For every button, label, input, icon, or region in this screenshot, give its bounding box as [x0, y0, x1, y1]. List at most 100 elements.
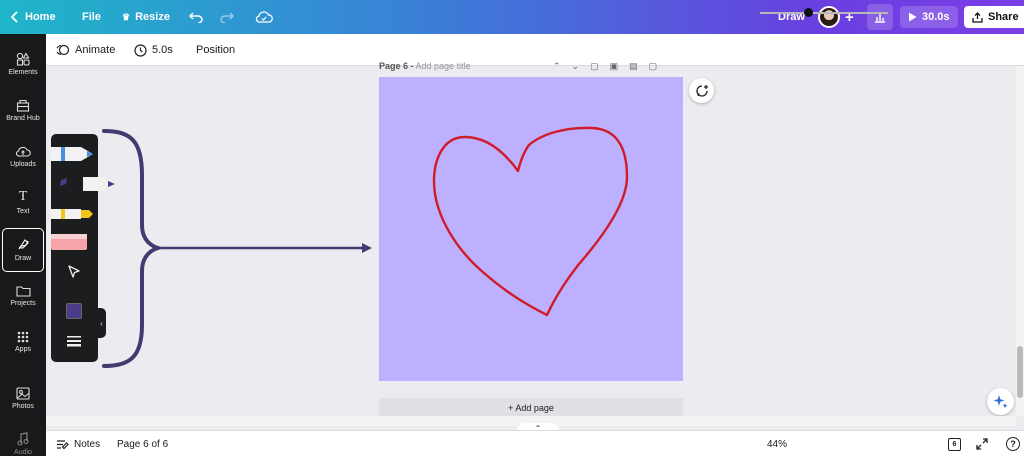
page-indicator-label: Page 6 of 6 — [117, 438, 169, 450]
page-grid-button[interactable]: 6 — [948, 431, 961, 456]
mode-indicator: Draw — [778, 0, 805, 34]
zoom-slider-thumb[interactable] — [804, 8, 813, 17]
cloud-upload-icon — [15, 146, 31, 157]
sidebar-item-draw[interactable]: Draw — [2, 228, 44, 272]
color-swatch[interactable] — [66, 303, 82, 319]
heart-drawing[interactable] — [379, 77, 683, 381]
sidebar-item-apps[interactable]: Apps — [0, 320, 46, 364]
brand-hub-icon — [16, 99, 30, 112]
music-note-icon — [17, 432, 29, 446]
help-button[interactable]: ? — [1006, 431, 1020, 456]
pointer-arrowhead — [362, 243, 372, 253]
draw-icon — [18, 239, 29, 250]
sidebar-item-label: Text — [16, 208, 30, 215]
undo-button[interactable] — [189, 0, 203, 34]
sparkle-icon — [993, 395, 1008, 409]
page-indicator: Page 6 of 6 — [117, 431, 168, 456]
fullscreen-button[interactable] — [976, 431, 988, 456]
sidebar-item-label: Projects — [10, 300, 36, 307]
resize-button[interactable]: ♛ Resize — [122, 0, 170, 34]
page-title-input[interactable]: Add page title — [416, 61, 471, 71]
cloud-check-icon — [255, 11, 273, 23]
page-count-badge: 6 — [948, 437, 961, 451]
design-page[interactable] — [379, 77, 683, 381]
crown-icon: ♛ — [122, 11, 131, 22]
vertical-scrollbar-thumb[interactable] — [1017, 346, 1023, 398]
eraser-tool[interactable] — [51, 232, 98, 252]
sidebar-item-label: Brand Hub — [6, 115, 40, 122]
magic-assistant-button[interactable] — [987, 388, 1014, 415]
add-page-label: + Add page — [508, 403, 554, 413]
heart-stroke — [432, 126, 629, 317]
sidebar-item-label: Photos — [12, 402, 34, 410]
expand-icon — [976, 438, 988, 450]
redo-button[interactable] — [220, 0, 234, 34]
share-button[interactable]: Share — [964, 0, 1024, 34]
file-label: File — [82, 11, 101, 23]
present-button[interactable]: 30.0s — [900, 0, 958, 34]
undo-icon — [189, 12, 203, 23]
position-button[interactable]: Position — [196, 34, 235, 66]
pen-tool[interactable] — [51, 144, 98, 164]
share-button-body: Share — [964, 6, 1024, 28]
clock-icon — [134, 43, 147, 57]
animate-icon — [56, 44, 70, 56]
notes-button[interactable]: Notes — [56, 431, 100, 456]
position-label: Position — [196, 44, 236, 56]
bottom-bar: Notes Page 6 of 6 44% 6 ? — [46, 430, 1024, 456]
sidebar-item-projects[interactable]: Projects — [0, 274, 46, 318]
cloud-save-status[interactable] — [255, 0, 273, 34]
help-icon: ? — [1006, 437, 1020, 451]
zoom-slider-track[interactable] — [760, 12, 888, 14]
animate-button[interactable]: Animate — [56, 34, 115, 66]
sidebar-item-photos[interactable]: Photos — [0, 376, 46, 420]
duration-label: 30.0s — [922, 11, 950, 23]
home-label: Home — [25, 11, 56, 23]
zoom-label: 44% — [767, 438, 788, 450]
page-actions: ⌃⌄▢▣▤▢ — [553, 61, 669, 71]
bar-chart-icon — [867, 4, 893, 30]
highlighter-tool[interactable] — [51, 204, 98, 224]
sidebar-item-label: Draw — [14, 255, 32, 262]
timing-button[interactable]: 5.0s — [134, 34, 173, 66]
share-label: Share — [988, 11, 1019, 23]
present-button-body: 30.0s — [900, 6, 958, 28]
add-collaborator-button[interactable]: + — [845, 0, 854, 34]
sidebar-item-label: Elements — [8, 69, 38, 76]
add-comment-button[interactable] — [689, 78, 714, 103]
home-button[interactable]: Home — [10, 0, 56, 34]
add-page-button[interactable]: + Add page — [379, 398, 683, 418]
page-label: Page 6 - — [379, 61, 414, 71]
avatar — [818, 6, 840, 28]
user-avatar[interactable] — [818, 0, 840, 34]
comment-plus-icon — [695, 84, 708, 97]
sidebar-item-audio[interactable]: Audio — [0, 422, 46, 456]
file-menu[interactable]: File — [82, 0, 101, 34]
stroke-weight-icon[interactable] — [66, 334, 82, 348]
top-bar: Home File ♛ Resize Draw + 30.0s Share — [0, 0, 1024, 34]
notes-icon — [57, 439, 69, 449]
upload-icon — [972, 11, 983, 23]
photos-icon — [16, 386, 30, 400]
select-pointer-icon[interactable] — [66, 264, 82, 280]
curly-brace — [102, 129, 165, 368]
resize-label: Resize — [135, 11, 170, 23]
redo-icon — [220, 12, 234, 23]
notes-label: Notes — [74, 438, 101, 450]
sidebar-item-elements[interactable]: Elements — [0, 42, 46, 86]
sidebar-item-label: Audio — [14, 449, 32, 456]
sidebar-item-text[interactable]: T Text — [0, 180, 46, 224]
insights-button[interactable] — [867, 0, 893, 34]
page-header: Page 6 - Add page title ⌃⌄▢▣▤▢ — [379, 61, 683, 73]
vertical-scrollbar[interactable] — [1016, 66, 1024, 416]
folder-icon — [15, 286, 31, 297]
left-sidebar: Elements Brand Hub Uploads T Text Draw P… — [0, 34, 46, 456]
text-icon: T — [18, 189, 28, 204]
animate-label: Animate — [75, 44, 116, 56]
chevron-left-icon — [10, 11, 18, 23]
play-icon — [909, 12, 917, 22]
apps-grid-icon — [17, 331, 29, 343]
sidebar-item-uploads[interactable]: Uploads — [0, 134, 46, 178]
sidebar-item-brand-hub[interactable]: Brand Hub — [0, 88, 46, 132]
zoom-level[interactable]: 44% — [767, 431, 787, 456]
